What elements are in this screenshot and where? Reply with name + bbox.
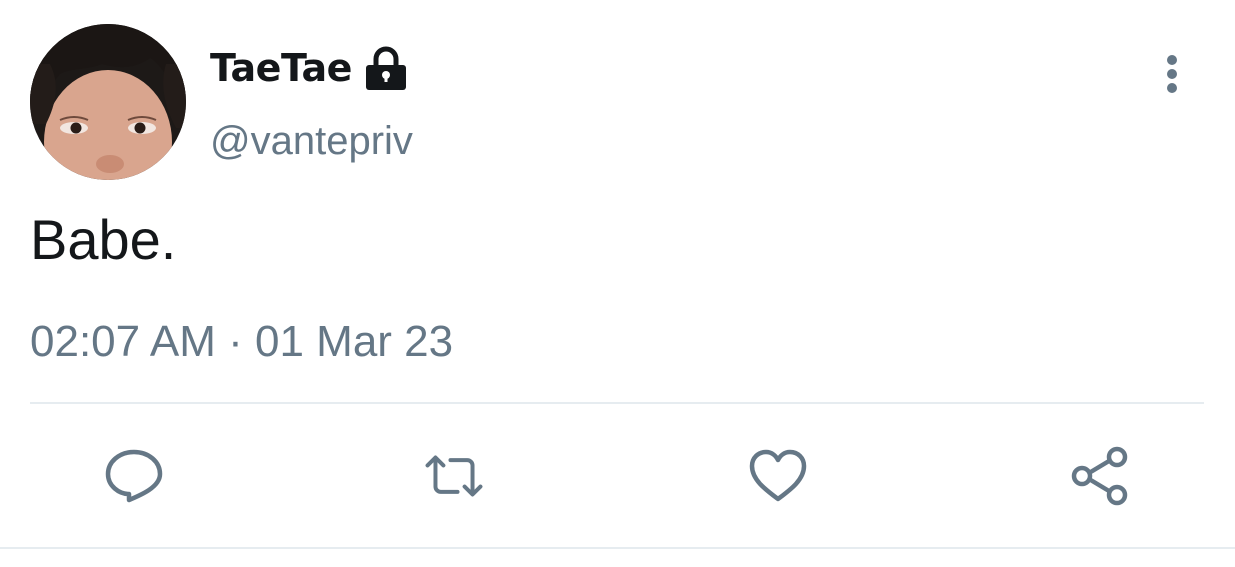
divider: [30, 402, 1204, 404]
display-name[interactable]: TaeTae: [210, 42, 352, 94]
retweet-button[interactable]: [424, 446, 484, 506]
author-row: TaeTae: [210, 42, 408, 94]
bottom-divider: [0, 547, 1235, 549]
heart-icon: [749, 449, 807, 502]
tweet-text: Babe.: [30, 208, 177, 271]
lock-icon: [364, 46, 408, 92]
handle[interactable]: @vantepriv: [210, 116, 413, 166]
share-icon: [1071, 446, 1128, 506]
timestamp[interactable]: 02:07 AM · 01 Mar 23: [30, 316, 453, 368]
more-vertical-icon: [1167, 55, 1177, 93]
more-options-button[interactable]: [1150, 52, 1194, 96]
retweet-icon: [425, 455, 483, 497]
reply-icon: [105, 449, 163, 503]
like-button[interactable]: [748, 446, 808, 506]
tweet-card: TaeTae @vantepriv Babe. 02:07 AM · 01 Ma…: [0, 0, 1235, 567]
reply-button[interactable]: [104, 446, 164, 506]
avatar-image: [30, 24, 186, 180]
share-button[interactable]: [1070, 446, 1130, 506]
avatar[interactable]: [30, 24, 186, 180]
